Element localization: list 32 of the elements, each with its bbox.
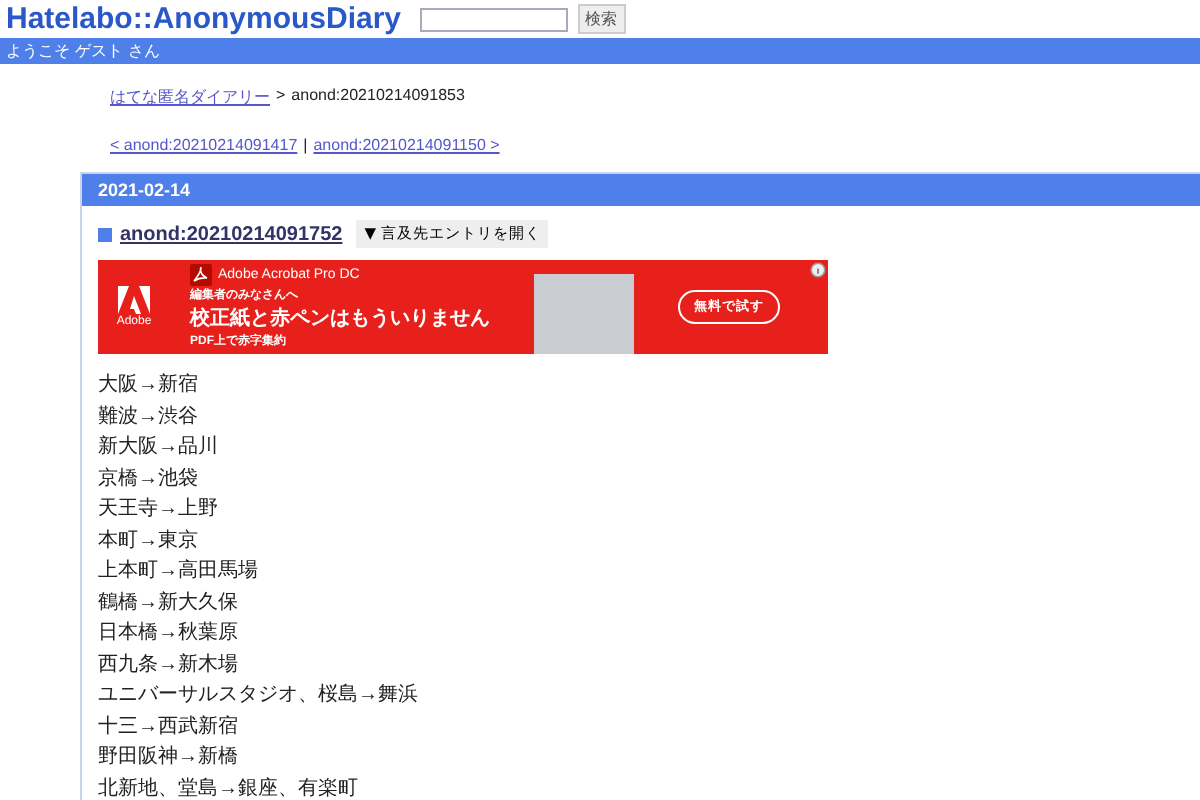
diary-text-line: 野田阪神→新橋: [98, 743, 240, 772]
photo-placeholder: [534, 274, 634, 354]
adobe-logo-icon: [118, 286, 150, 314]
ad-headline: 校正紙と赤ペンはもういりません: [190, 305, 490, 332]
entry-title-link[interactable]: anond:20210214091752: [120, 223, 343, 245]
search-button[interactable]: 検索: [577, 4, 626, 34]
date-text: 2021-02-14: [98, 180, 191, 200]
diary-text-line: 本町→東京: [98, 527, 200, 555]
search-field[interactable]: [419, 7, 568, 31]
diary-text-line: 天王寺→上野: [98, 495, 220, 524]
diary-text-line: 日本橋→秋葉原: [98, 619, 240, 648]
ad-info-icon[interactable]: [810, 262, 826, 278]
diary-text-line: 西九条→新木場: [98, 651, 240, 679]
diary-text-line: 新大阪→品川: [98, 433, 220, 462]
diary-text-line: 難波→渋谷: [98, 403, 200, 431]
diary-text-line: 北新地、堂島→銀座、有楽町: [98, 775, 360, 800]
welcome-text: ようこそ ゲスト さん: [6, 40, 161, 62]
site-title[interactable]: Hatelabo::AnonymousDiary: [6, 2, 402, 36]
nav-separator: |: [303, 136, 308, 154]
breadcrumb-current: anond:20210214091853: [291, 86, 465, 108]
diary-text-line: 十三→西武新宿: [98, 713, 240, 741]
next-entry-link[interactable]: anond:20210214091150 >: [313, 136, 500, 154]
diary-text-line: ユニバーサルスタジオ、桜島→舞浜: [98, 681, 420, 710]
diary-text-line: 鶴橋→新大久保: [98, 589, 240, 617]
diary-text-line: 大阪→新宿: [98, 371, 200, 400]
breadcrumb-link[interactable]: はてな匿名ダイアリー: [110, 86, 270, 108]
diary-text-line: 上本町→高田馬場: [98, 557, 260, 586]
diary-text-line: 京橋→池袋: [98, 465, 200, 493]
previous-entry-link[interactable]: < anond:20210214091417: [110, 136, 298, 154]
square-icon: [98, 227, 112, 241]
breadcrumb-separator: >: [276, 86, 286, 108]
acrobat-logo-icon: [190, 264, 212, 286]
